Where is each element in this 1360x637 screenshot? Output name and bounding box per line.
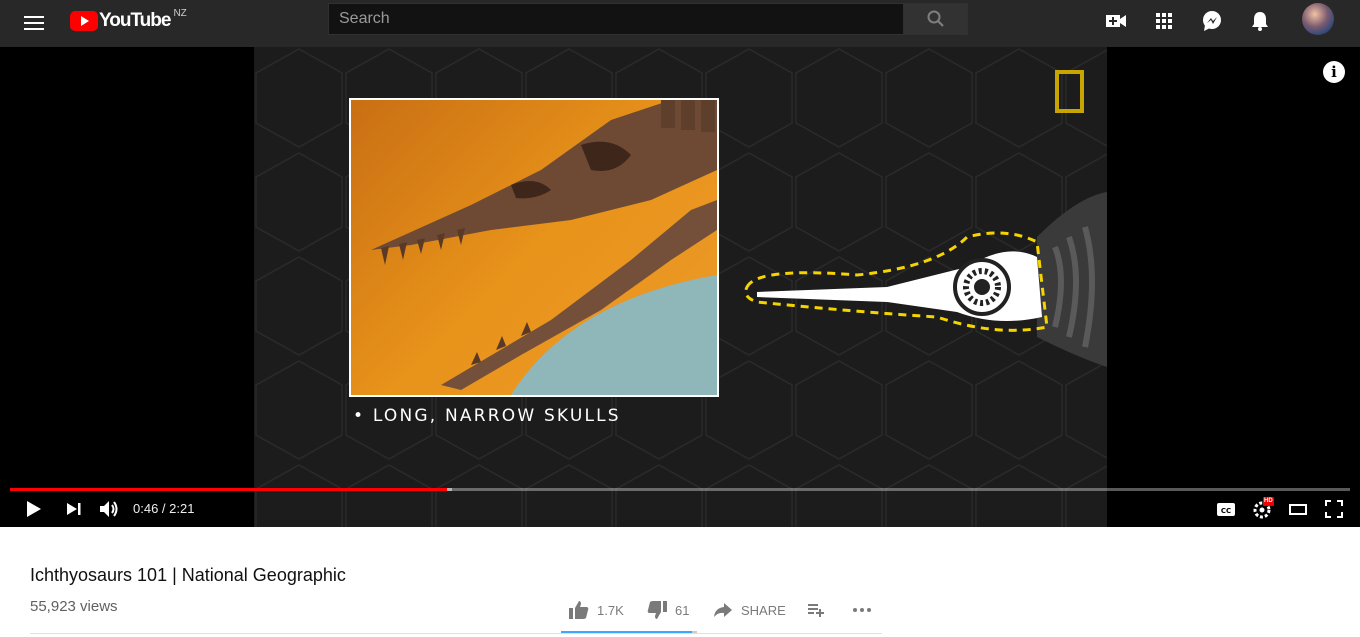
theater-mode-icon[interactable] [1287,498,1309,520]
avatar[interactable] [1302,3,1334,35]
share-icon [714,603,732,617]
nat-geo-logo-icon [1055,70,1084,113]
divider [30,633,882,634]
search-input[interactable] [329,4,903,34]
notifications-bell-icon[interactable] [1247,8,1273,34]
share-label: SHARE [741,602,786,618]
share-button[interactable]: SHARE [713,598,786,622]
overlay-caption: • LONG, NARROW SKULLS [353,406,621,426]
top-bar: YouTube NZ [0,0,1360,47]
thumbs-down-icon [647,601,667,619]
video-player[interactable]: • LONG, NARROW SKULLS i 0:46 / 2:21 CC H… [0,47,1360,527]
svg-text:CC: CC [1221,507,1231,515]
info-icon[interactable]: i [1323,61,1345,83]
video-frame[interactable]: • LONG, NARROW SKULLS [254,47,1107,527]
fullscreen-icon[interactable] [1323,498,1345,520]
time-display: 0:46 / 2:21 [133,501,195,516]
save-to-playlist-button[interactable] [806,598,826,622]
dislike-button[interactable]: 61 [646,598,689,622]
add-to-playlist-icon [808,604,824,617]
next-icon[interactable] [63,498,85,520]
more-horizontal-icon [853,608,871,612]
thumbs-up-icon [569,601,589,619]
youtube-logo-icon [70,11,98,31]
like-button[interactable]: 1.7K [568,598,624,622]
play-icon[interactable] [22,498,44,520]
like-count: 1.7K [597,602,624,618]
hd-badge: HD [1263,497,1274,506]
search-field [328,3,904,35]
captions-icon[interactable]: CC [1215,498,1237,520]
video-title: Ichthyosaurs 101 | National Geographic [30,565,346,585]
youtube-logo[interactable]: YouTube NZ [70,7,187,33]
progress-played [10,488,447,491]
more-actions-button[interactable] [851,598,873,622]
volume-icon[interactable] [98,498,122,520]
logo-wordmark: YouTube [99,10,171,31]
messages-icon[interactable] [1199,8,1225,34]
search-icon [927,10,944,27]
settings-icon[interactable]: HD [1252,497,1276,520]
progress-bar[interactable] [10,488,1350,491]
ichthyosaur-skull-diagram [744,192,1107,367]
apps-grid-icon[interactable] [1151,8,1177,34]
view-count: 55,923 views [30,598,118,615]
fossil-skull-photo [349,98,719,397]
search-button[interactable] [903,3,968,35]
dislike-count: 61 [675,602,690,618]
menu-icon[interactable] [22,11,46,35]
region-code: NZ [173,7,187,19]
create-video-icon[interactable] [1103,8,1129,34]
